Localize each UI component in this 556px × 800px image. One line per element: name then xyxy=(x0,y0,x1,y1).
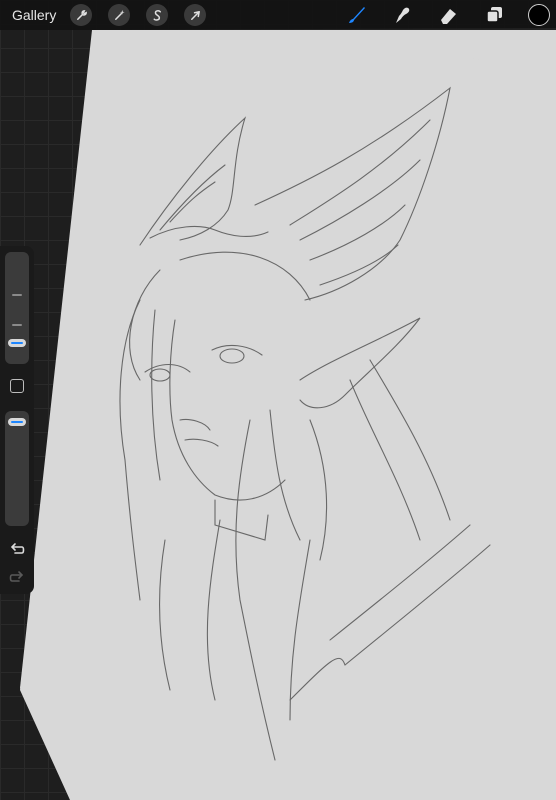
brush-tool-button[interactable] xyxy=(344,3,368,27)
adjustments-button[interactable] xyxy=(108,4,131,26)
selection-button[interactable] xyxy=(146,4,169,26)
sidebar-panel xyxy=(0,246,34,594)
brush-size-slider[interactable] xyxy=(5,252,29,364)
smudge-icon xyxy=(396,7,410,23)
slider-tick xyxy=(12,294,22,296)
smudge-tool-button[interactable] xyxy=(390,3,414,27)
eraser-tool-button[interactable] xyxy=(436,3,460,27)
selection-s-icon xyxy=(153,9,161,21)
slider-tick xyxy=(12,324,22,326)
eraser-icon xyxy=(441,9,456,24)
right-tools xyxy=(322,0,556,30)
brush-icon xyxy=(349,7,365,23)
redo-icon[interactable] xyxy=(9,570,25,584)
color-picker-button[interactable] xyxy=(528,4,550,26)
transform-button[interactable] xyxy=(184,4,207,26)
actions-button[interactable] xyxy=(70,4,93,26)
arrow-cursor-icon xyxy=(190,10,200,20)
brush-size-thumb[interactable] xyxy=(8,339,26,347)
magic-wand-icon xyxy=(114,9,125,20)
opacity-thumb[interactable] xyxy=(8,418,26,426)
drawing-canvas[interactable] xyxy=(0,0,556,800)
undo-icon[interactable] xyxy=(9,542,25,556)
modify-button[interactable] xyxy=(10,379,24,393)
gallery-button[interactable]: Gallery xyxy=(12,7,56,23)
layers-icon xyxy=(486,7,502,23)
layers-button[interactable] xyxy=(482,3,506,27)
wrench-icon xyxy=(76,9,87,20)
opacity-slider[interactable] xyxy=(5,411,29,526)
top-toolbar: Gallery xyxy=(0,0,556,30)
